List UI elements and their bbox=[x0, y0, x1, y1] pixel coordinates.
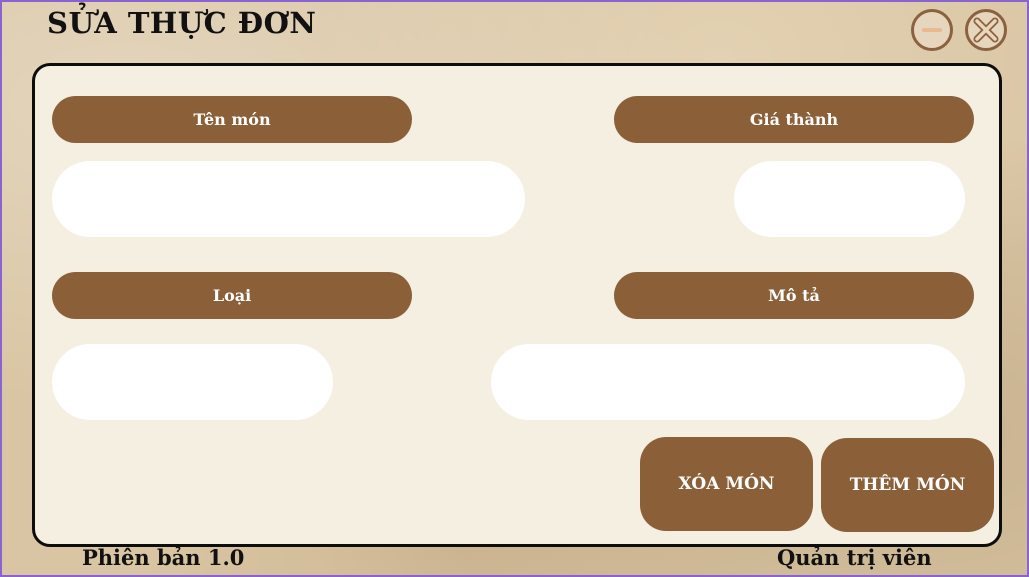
price-label: Giá thành bbox=[614, 96, 974, 143]
add-dish-button[interactable]: THÊM MÓN bbox=[821, 438, 994, 532]
minus-icon bbox=[922, 28, 942, 32]
window-title: SỬA THỰC ĐƠN bbox=[47, 6, 317, 40]
minimize-button[interactable] bbox=[911, 9, 953, 51]
close-icon bbox=[973, 17, 999, 43]
name-label: Tên món bbox=[52, 96, 412, 143]
version-text: Phiên bản 1.0 bbox=[82, 545, 245, 570]
type-label: Loại bbox=[52, 272, 412, 319]
price-input[interactable] bbox=[734, 161, 965, 237]
type-input[interactable] bbox=[52, 344, 333, 420]
delete-dish-button[interactable]: XÓA MÓN bbox=[640, 437, 813, 531]
dish-name-input[interactable] bbox=[52, 161, 525, 237]
description-label: Mô tả bbox=[614, 272, 974, 319]
user-role-text: Quản trị viên bbox=[777, 545, 932, 570]
menu-edit-panel: Tên món Giá thành Loại Mô tả XÓA MÓN THÊ… bbox=[32, 63, 1002, 547]
close-button[interactable] bbox=[965, 9, 1007, 51]
description-input[interactable] bbox=[491, 344, 965, 420]
